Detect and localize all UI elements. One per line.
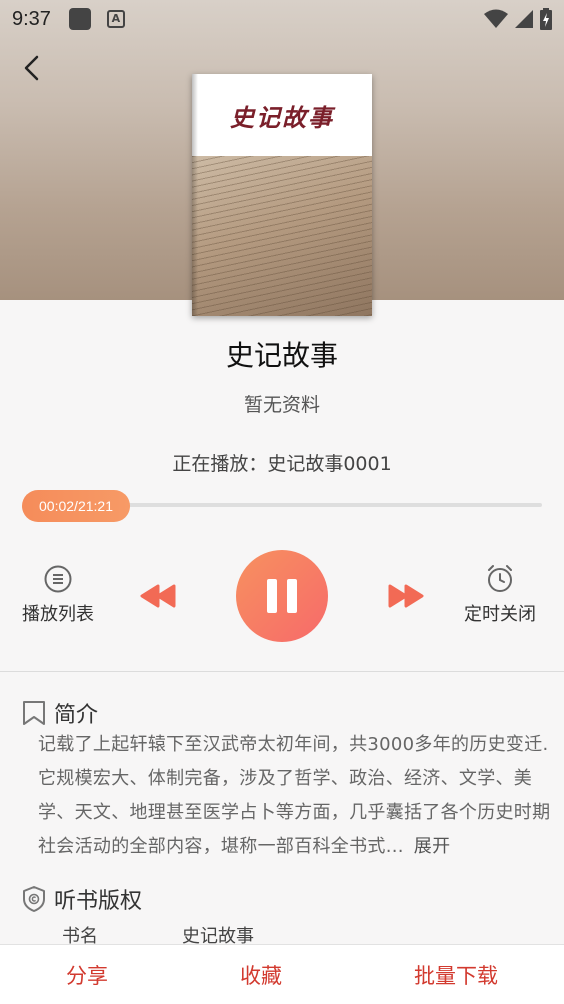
pause-icon-bar xyxy=(287,579,297,613)
alarm-clock-icon xyxy=(488,565,512,592)
notification-icon xyxy=(68,8,91,30)
status-bar: 9:37 A xyxy=(0,0,564,38)
playlist-icon xyxy=(44,565,72,593)
rewind-icon xyxy=(140,584,176,608)
intro-body: 记载了上起轩辕下至汉武帝太初年间，共3000多年的历史变迁.它规模宏大、体制完备… xyxy=(38,734,551,857)
timer-label: 定时关闭 xyxy=(464,604,536,625)
now-playing: 正在播放：史记故事0001 xyxy=(0,449,564,476)
playlist-label: 播放列表 xyxy=(22,604,94,625)
wifi-icon xyxy=(484,9,508,28)
progress-time: 00:02/21:21 xyxy=(39,498,113,514)
book-cover: 史记故事 xyxy=(192,74,372,316)
now-playing-track: 史记故事0001 xyxy=(267,453,392,475)
fast-forward-button[interactable] xyxy=(386,580,426,612)
back-button[interactable] xyxy=(14,50,50,86)
status-time: 9:37 xyxy=(12,7,51,30)
playlist-button[interactable]: 播放列表 xyxy=(22,564,94,626)
rewind-button[interactable] xyxy=(138,580,178,612)
back-arrow-icon xyxy=(24,55,39,81)
pause-button[interactable] xyxy=(236,550,328,642)
book-author: 暂无资料 xyxy=(243,394,320,416)
pause-icon xyxy=(267,579,277,613)
signal-icon xyxy=(515,10,533,28)
book-title: 史记故事 xyxy=(225,339,338,372)
copyright-shield-icon xyxy=(23,886,45,912)
player-page: 9:37 A 史记故事 史记故事 暂无资料 正在播放：史记故事0001 00:0… xyxy=(0,0,564,1004)
share-button[interactable]: 分享 xyxy=(66,960,108,990)
copyright-heading: 听书版权 xyxy=(22,883,142,915)
intro-heading: 简介 xyxy=(22,697,98,729)
keyboard-icon: A xyxy=(106,10,125,28)
bottom-action-bar: 分享 收藏 批量下载 xyxy=(0,944,564,1004)
bookmark-icon xyxy=(23,701,45,725)
cover-spine xyxy=(192,74,198,316)
cover-image xyxy=(192,156,372,316)
now-playing-label: 正在播放： xyxy=(172,453,268,475)
divider xyxy=(0,671,564,672)
batch-download-button[interactable]: 批量下载 xyxy=(414,960,498,990)
status-icons xyxy=(484,8,552,30)
progress-thumb[interactable]: 00:02/21:21 xyxy=(22,490,130,522)
intro-heading-label: 简介 xyxy=(54,703,99,728)
battery-icon xyxy=(540,8,552,30)
copyright-heading-label: 听书版权 xyxy=(54,889,143,914)
cover-title: 史记故事 xyxy=(230,102,334,132)
expand-link[interactable]: 展开 xyxy=(414,836,451,857)
intro-text: 记载了上起轩辕下至汉武帝太初年间，共3000多年的历史变迁.它规模宏大、体制完备… xyxy=(38,728,560,864)
fast-forward-icon xyxy=(388,584,424,608)
favorite-button[interactable]: 收藏 xyxy=(240,960,282,990)
timer-button[interactable]: 定时关闭 xyxy=(464,564,536,626)
